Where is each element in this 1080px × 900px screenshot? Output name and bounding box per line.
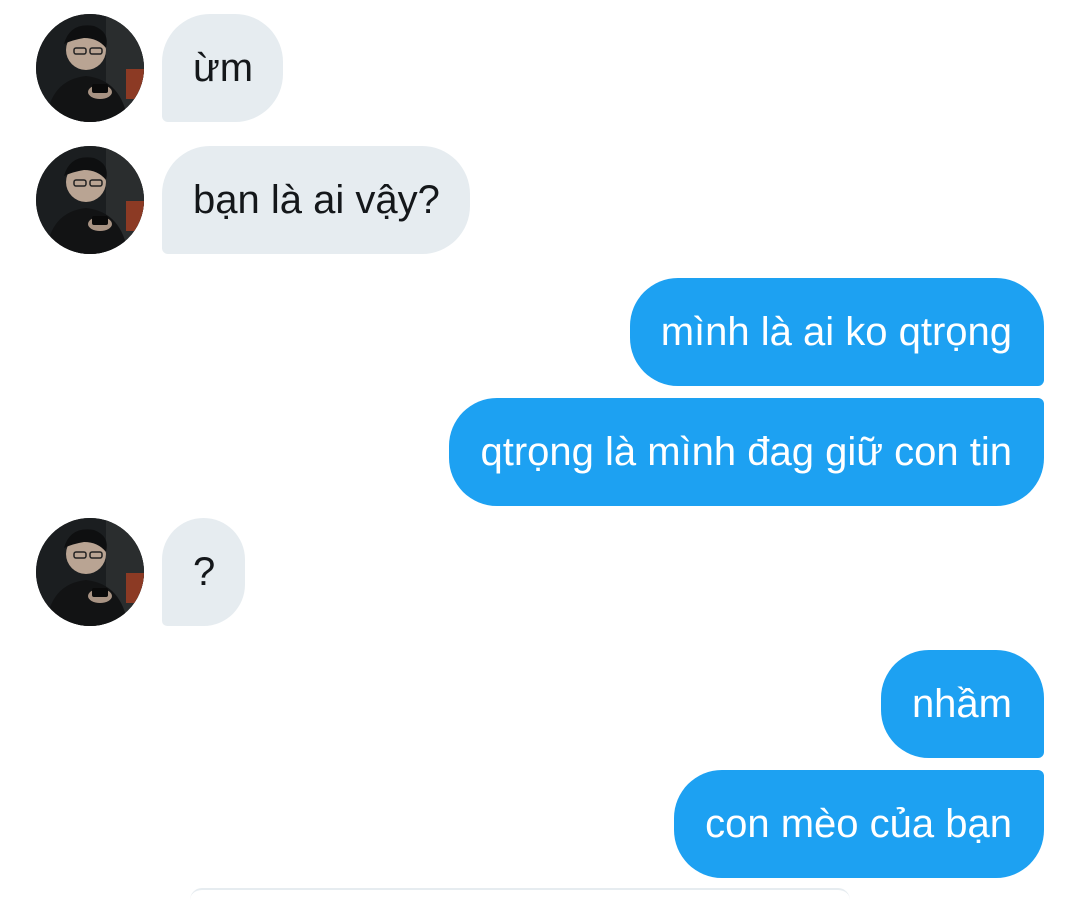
avatar-photo-icon (36, 518, 144, 626)
message-text: qtrọng là mình đag giữ con tin (480, 430, 1012, 474)
message-text: nhầm (911, 682, 1012, 726)
message-bubble-outgoing[interactable]: con mèo của bạn (674, 770, 1044, 878)
contact-avatar[interactable] (36, 518, 144, 626)
message-bubble-incoming[interactable]: bạn là ai vậy? (162, 146, 470, 254)
conversation-view: ừm bạn là ai vậy? mình là ai ko qtrọng q… (0, 0, 1080, 893)
message-bubble-outgoing[interactable]: mình là ai ko qtrọng (629, 278, 1044, 386)
message-text: bạn là ai vậy? (193, 178, 440, 222)
contact-avatar[interactable] (36, 146, 144, 254)
message-text: ? (193, 550, 216, 594)
avatar-photo-icon (36, 146, 144, 254)
message-bubble-outgoing[interactable]: nhầm (880, 650, 1044, 758)
message-text: ừm (193, 46, 254, 90)
composer-edge (190, 888, 850, 900)
avatar-photo-icon (36, 14, 144, 122)
message-bubble-incoming[interactable]: ừm (162, 14, 284, 122)
contact-avatar[interactable] (36, 14, 144, 122)
message-bubble-outgoing[interactable]: qtrọng là mình đag giữ con tin (449, 398, 1044, 506)
message-bubble-incoming[interactable]: ? (162, 518, 246, 626)
message-text: mình là ai ko qtrọng (660, 310, 1012, 354)
message-text: con mèo của bạn (705, 802, 1012, 846)
